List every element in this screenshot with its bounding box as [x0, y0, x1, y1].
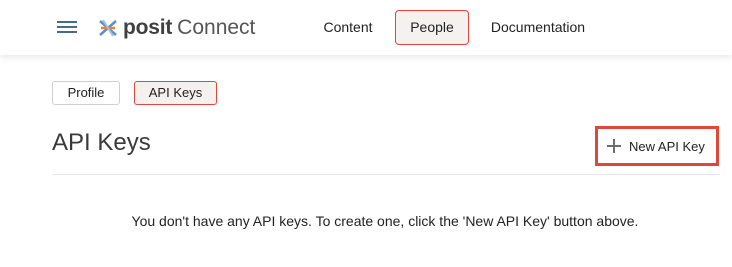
tab-api-keys[interactable]: API Keys: [134, 81, 217, 105]
empty-state-message: You don't have any API keys. To create o…: [131, 213, 639, 229]
menu-icon-line: [57, 21, 77, 23]
divider: [52, 174, 720, 175]
plus-icon: [607, 139, 621, 153]
menu-icon-line: [57, 26, 77, 28]
page-title: API Keys: [52, 129, 151, 156]
brand-name: posit: [123, 16, 173, 39]
nav-documentation[interactable]: Documentation: [482, 10, 594, 45]
tab-profile[interactable]: Profile: [52, 81, 120, 105]
nav-people[interactable]: People: [395, 10, 469, 45]
new-api-key-label: New API Key: [629, 138, 705, 154]
top-navigation-bar: posit Connect Content People Documentati…: [0, 0, 732, 55]
menu-icon-line: [57, 31, 77, 33]
nav-content[interactable]: Content: [312, 10, 384, 45]
product-name: Connect: [177, 16, 256, 39]
new-api-key-button[interactable]: New API Key: [595, 126, 719, 166]
menu-icon[interactable]: [57, 20, 77, 34]
posit-logo-icon: [99, 19, 117, 37]
posit-connect-logo[interactable]: posit Connect: [97, 14, 255, 42]
